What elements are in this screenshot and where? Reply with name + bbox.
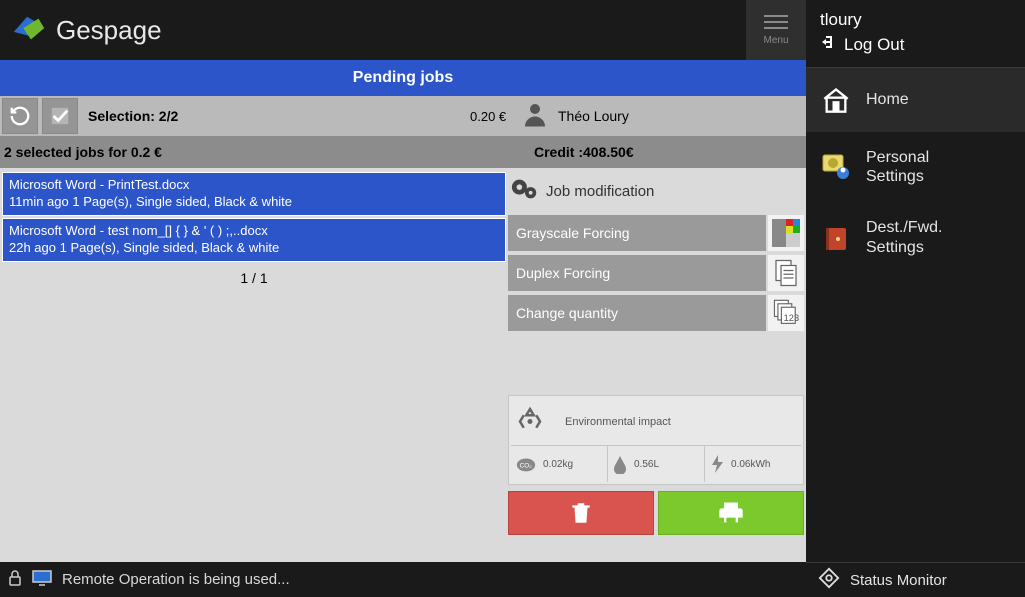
sidebar-dest-label: Dest./Fwd.Settings — [866, 218, 942, 256]
grayscale-icon[interactable] — [768, 215, 804, 251]
menu-button[interactable]: Menu — [746, 0, 806, 60]
co2-metric: CO₂ 0.02kg — [511, 446, 608, 482]
environmental-panel: Environmental impact CO₂ 0.02kg 0.56L 0.… — [508, 395, 804, 485]
jobmod-header: Job modification — [508, 172, 804, 215]
sidebar-status-monitor[interactable]: Status Monitor — [806, 562, 1025, 597]
summary-jobs: 2 selected jobs for 0.2 € — [0, 144, 530, 160]
sidebar-home-label: Home — [866, 90, 909, 109]
job-meta: 22h ago 1 Page(s), Single sided, Black &… — [9, 240, 499, 257]
co2-value: 0.02kg — [543, 459, 573, 470]
job-title: Microsoft Word - PrintTest.docx — [9, 177, 499, 194]
select-all-button[interactable] — [42, 98, 78, 134]
content: Microsoft Word - PrintTest.docx 11min ag… — [0, 168, 806, 562]
printer-icon — [716, 499, 746, 527]
monitor-icon — [32, 570, 52, 590]
summary-credit: Credit :408.50€ — [530, 144, 634, 160]
hamburger-icon — [764, 15, 788, 29]
logout-icon — [820, 34, 836, 55]
summary-row: 2 selected jobs for 0.2 € Credit :408.50… — [0, 136, 806, 168]
right-panel: Job modification Grayscale Forcing D — [508, 168, 804, 562]
app-name: Gespage — [56, 15, 162, 46]
jobmod-title: Job modification — [546, 183, 654, 200]
status-monitor-label: Status Monitor — [850, 572, 947, 589]
print-button[interactable] — [658, 491, 804, 535]
sidebar-personal-label: PersonalSettings — [866, 148, 929, 186]
user-name: Théo Loury — [558, 108, 629, 124]
sidebar-item-dest[interactable]: Dest./Fwd.Settings — [806, 202, 1025, 272]
menu-label: Menu — [763, 35, 788, 46]
delete-button[interactable] — [508, 491, 654, 535]
status-monitor-icon — [818, 567, 840, 593]
jobs-list: Microsoft Word - PrintTest.docx 11min ag… — [0, 168, 508, 562]
job-title: Microsoft Word - test nom_[] { } & ' ( )… — [9, 223, 499, 240]
logout-button[interactable]: Log Out — [820, 34, 1011, 55]
app-logo: Gespage — [10, 11, 162, 49]
recycle-icon — [513, 404, 547, 439]
svg-text:CO₂: CO₂ — [520, 463, 533, 470]
duplex-button[interactable]: Duplex Forcing — [508, 255, 766, 291]
home-icon — [820, 84, 852, 116]
sidebar: tloury Log Out Home — [806, 0, 1025, 597]
energy-value: 0.06kWh — [731, 459, 770, 470]
water-value: 0.56L — [634, 459, 659, 470]
sidebar-item-personal[interactable]: PersonalSettings — [806, 132, 1025, 202]
lock-icon — [8, 570, 22, 590]
user-display: Théo Loury — [520, 99, 629, 134]
grayscale-button[interactable]: Grayscale Forcing — [508, 215, 766, 251]
status-bar: Remote Operation is being used... — [0, 562, 806, 597]
toolbar: Selection: 2/2 0.20 € Théo Loury — [0, 96, 806, 136]
job-item[interactable]: Microsoft Word - PrintTest.docx 11min ag… — [2, 172, 506, 216]
quantity-button[interactable]: Change quantity — [508, 295, 766, 331]
quantity-icon[interactable]: 123 — [768, 295, 804, 331]
job-item[interactable]: Microsoft Word - test nom_[] { } & ' ( )… — [2, 218, 506, 262]
selection-cost: 0.20 € — [470, 109, 506, 124]
sidebar-username: tloury — [820, 10, 1011, 30]
logout-label: Log Out — [844, 35, 905, 55]
dest-settings-icon — [820, 222, 852, 254]
status-text: Remote Operation is being used... — [62, 571, 290, 588]
gespage-logo-icon — [10, 11, 48, 49]
refresh-button[interactable] — [2, 98, 38, 134]
trash-icon — [568, 499, 594, 527]
water-metric: 0.56L — [608, 446, 705, 482]
sidebar-item-home[interactable]: Home — [806, 68, 1025, 132]
env-title: Environmental impact — [565, 416, 671, 428]
gear-icon — [510, 176, 540, 207]
duplex-icon[interactable] — [768, 255, 804, 291]
pagination: 1 / 1 — [2, 270, 506, 286]
user-icon — [520, 99, 550, 134]
energy-metric: 0.06kWh — [705, 446, 801, 482]
topbar: Gespage Menu — [0, 0, 806, 60]
selection-count: Selection: 2/2 — [88, 108, 178, 124]
personal-settings-icon — [820, 151, 852, 183]
page-title: Pending jobs — [0, 60, 806, 96]
job-meta: 11min ago 1 Page(s), Single sided, Black… — [9, 194, 499, 211]
svg-text:123: 123 — [784, 313, 799, 323]
